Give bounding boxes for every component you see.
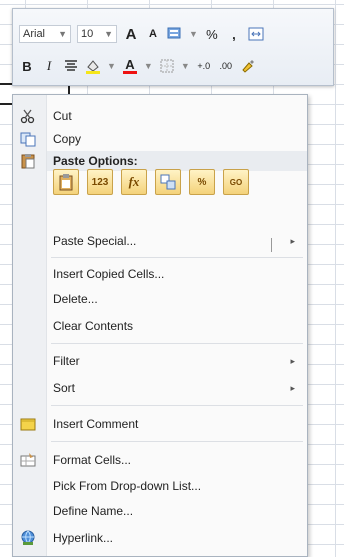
menu-item-sort[interactable]: Sort ▸ <box>13 377 307 399</box>
menu-item-clear-contents[interactable]: Clear Contents <box>13 315 307 337</box>
menu-item-label: Paste Special... <box>53 234 137 248</box>
fill-color-icon[interactable] <box>85 57 101 75</box>
context-menu: Cut Copy Paste Options: 123 fx % GO Past… <box>12 94 308 557</box>
menu-item-pick-from-list[interactable]: Pick From Drop-down List... <box>13 475 307 497</box>
percent-button[interactable]: % <box>204 25 220 43</box>
merge-center-icon[interactable] <box>248 25 264 43</box>
menu-item-label: Cut <box>53 109 72 123</box>
align-center-icon[interactable] <box>63 57 79 75</box>
bold-button[interactable]: B <box>19 57 35 75</box>
font-size-value: 10 <box>81 28 94 40</box>
comma-button[interactable]: , <box>226 25 242 43</box>
menu-separator <box>51 343 303 344</box>
mini-toolbar-row-2: B I ▼ A ▼ ▼ +.0 .00 <box>19 55 256 77</box>
menu-separator <box>51 405 303 406</box>
paste-transpose-button[interactable] <box>155 169 181 195</box>
paste-options-header: Paste Options: <box>47 151 307 171</box>
menu-item-define-name[interactable]: Define Name... <box>13 500 307 522</box>
menu-item-label: Format Cells... <box>53 453 132 467</box>
menu-item-label: Insert Copied Cells... <box>53 267 165 281</box>
font-color-swatch <box>122 70 137 74</box>
menu-item-label: Copy <box>53 132 82 146</box>
menu-item-filter[interactable]: Filter ▸ <box>13 350 307 372</box>
font-name-combo[interactable]: Arial ▼ <box>19 25 71 43</box>
menu-item-label: Clear Contents <box>53 319 134 333</box>
font-size-combo[interactable]: 10 ▼ <box>77 25 117 43</box>
clipboard-icon <box>20 153 36 169</box>
increase-decimal-button[interactable]: +.0 <box>196 57 212 75</box>
grow-font-button[interactable]: A <box>123 25 139 43</box>
split-button-divider <box>271 238 272 252</box>
paste-options-label: Paste Options: <box>53 154 138 168</box>
menu-item-hyperlink[interactable]: Hyperlink... <box>13 527 307 549</box>
paste-options-bar: 123 fx % GO <box>53 169 249 195</box>
menu-item-label: Delete... <box>53 292 98 306</box>
menu-item-cut[interactable]: Cut <box>13 105 307 127</box>
menu-separator <box>51 257 303 258</box>
menu-item-delete[interactable]: Delete... <box>13 288 307 310</box>
submenu-arrow-icon: ▸ <box>290 235 295 246</box>
font-color-button[interactable]: A <box>122 57 138 75</box>
menu-item-paste-special[interactable]: Paste Special... ▸ <box>13 230 307 252</box>
menu-item-copy[interactable]: Copy <box>13 128 307 150</box>
menu-item-label: Hyperlink... <box>53 531 114 545</box>
chevron-down-icon: ▼ <box>58 29 67 39</box>
paste-formulas-button[interactable]: fx <box>121 169 147 195</box>
paste-formatting-button[interactable]: % <box>189 169 215 195</box>
hyperlink-icon <box>20 530 36 546</box>
menu-item-format-cells[interactable]: Format Cells... <box>13 449 307 471</box>
copy-icon <box>20 131 36 147</box>
menu-item-label: Filter <box>53 354 80 368</box>
chevron-down-icon[interactable]: ▼ <box>189 29 198 39</box>
submenu-arrow-icon: ▸ <box>290 382 295 393</box>
chevron-down-icon: ▼ <box>104 29 113 39</box>
shrink-font-button[interactable]: A <box>145 25 161 43</box>
menu-item-label: Define Name... <box>53 504 134 518</box>
mini-toolbar: Arial ▼ 10 ▼ A A ▼ % , B I ▼ A ▼ ▼ +.0 .… <box>12 8 334 86</box>
comment-icon <box>20 416 36 432</box>
mini-toolbar-row-1: Arial ▼ 10 ▼ A A ▼ % , <box>19 23 264 45</box>
paste-values-button[interactable]: 123 <box>87 169 113 195</box>
italic-button[interactable]: I <box>41 57 57 75</box>
paste-link-button[interactable]: GO <box>223 169 249 195</box>
menu-item-insert-comment[interactable]: Insert Comment <box>13 413 307 435</box>
menu-item-label: Sort <box>53 381 76 395</box>
font-color-letter: A <box>125 56 135 72</box>
format-cells-icon <box>20 452 36 468</box>
menu-item-insert-copied-cells[interactable]: Insert Copied Cells... <box>13 263 307 285</box>
format-painter-icon[interactable] <box>240 57 256 75</box>
menu-separator <box>51 441 303 442</box>
paste-button[interactable] <box>53 169 79 195</box>
decrease-decimal-button[interactable]: .00 <box>218 57 234 75</box>
scissors-icon <box>20 108 36 124</box>
font-name-value: Arial <box>23 28 46 40</box>
format-painter-style-icon[interactable] <box>167 25 183 43</box>
chevron-down-icon[interactable]: ▼ <box>107 61 116 71</box>
chevron-down-icon[interactable]: ▼ <box>181 61 190 71</box>
chevron-down-icon[interactable]: ▼ <box>144 61 153 71</box>
borders-icon[interactable] <box>159 57 175 75</box>
menu-item-label: Insert Comment <box>53 417 139 431</box>
submenu-arrow-icon: ▸ <box>290 355 295 366</box>
menu-item-label: Pick From Drop-down List... <box>53 479 202 493</box>
